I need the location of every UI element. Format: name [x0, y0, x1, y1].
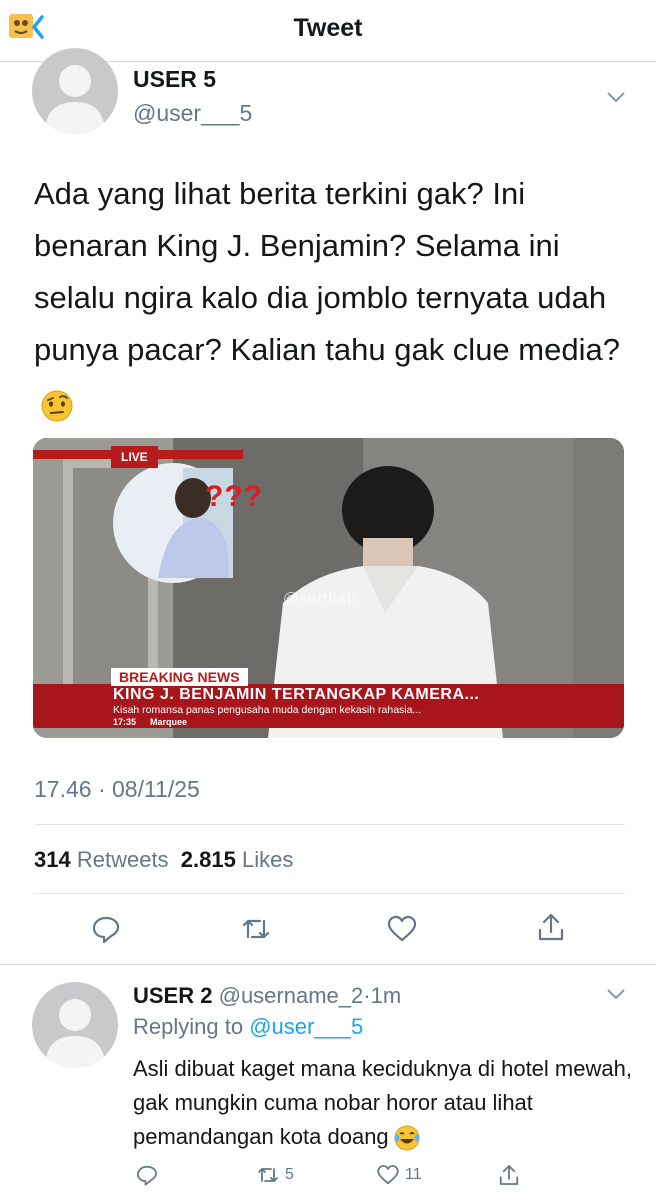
reply-time: 1m — [370, 983, 402, 1008]
reply-reply-icon[interactable] — [135, 1162, 159, 1188]
replying-label: Replying to — [133, 1014, 244, 1039]
share-icon[interactable] — [535, 911, 567, 943]
likes-label[interactable]: Likes — [242, 847, 293, 872]
reply-user-handle[interactable]: @username_2 — [219, 983, 364, 1008]
reply-like-button[interactable]: 11 — [376, 1162, 422, 1188]
avatar[interactable] — [32, 48, 118, 134]
replying-to: Replying to @user___5 — [133, 1014, 363, 1040]
reply-avatar[interactable] — [32, 982, 118, 1068]
news-subline: Kisah romansa panas pengusaha muda denga… — [113, 704, 422, 716]
tweet-text: Ada yang lihat berita terkini gak? Ini b… — [34, 168, 624, 428]
question-marks: ??? — [205, 480, 263, 513]
reply-share-icon[interactable] — [497, 1162, 521, 1188]
chevron-down-icon[interactable] — [606, 90, 626, 104]
nav-bar: Tweet — [0, 0, 656, 62]
divider — [34, 893, 625, 894]
news-ticker: 17:35 Marquee — [113, 717, 201, 727]
page-title: Tweet — [293, 14, 363, 42]
raised-eyebrow-emoji-icon — [40, 387, 74, 422]
retweets-count[interactable]: 314 — [34, 847, 71, 872]
retweet-icon[interactable] — [240, 913, 272, 945]
default-avatar-icon — [45, 999, 105, 1068]
reply-header: USER 2 @username_2·1m — [133, 983, 401, 1009]
dot-separator: · — [363, 983, 371, 1008]
default-avatar-icon — [45, 65, 105, 134]
divider — [34, 824, 625, 825]
retweet-icon — [258, 1168, 278, 1182]
retweets-label[interactable]: Retweets — [77, 847, 169, 872]
tweet-timestamp: 17.46 · 08/11/25 — [34, 776, 200, 802]
replying-to-handle[interactable]: @user___5 — [249, 1014, 363, 1039]
ticker-time: 17:35 — [113, 717, 137, 727]
reply-user-name[interactable]: USER 2 — [133, 983, 212, 1008]
like-icon[interactable] — [386, 913, 418, 945]
like-icon — [377, 1165, 399, 1185]
section-divider — [0, 964, 656, 965]
tweet-media[interactable]: LIVE ??? @sorthati BREAKING NEWS KING J.… — [33, 438, 624, 738]
reply-retweet-button[interactable]: 5 — [256, 1162, 294, 1188]
image-watermark: @sorthati — [283, 590, 357, 607]
tweet-stats: 314 Retweets 2.815 Likes — [34, 847, 293, 873]
user-name[interactable]: USER 5 — [133, 66, 216, 93]
news-headline: KING J. BENJAMIN TERTANGKAP KAMERA... — [113, 686, 480, 703]
laughing-tears-emoji-icon — [393, 1124, 421, 1152]
ticker-label: Marquee — [150, 717, 188, 727]
user-handle[interactable]: @user___5 — [133, 100, 252, 127]
breaking-news-label: BREAKING NEWS — [111, 668, 248, 686]
reply-text: Asli dibuat kaget mana keciduknya di hot… — [133, 1052, 633, 1154]
tweet-body: Ada yang lihat berita terkini gak? Ini b… — [34, 176, 620, 367]
reply-body: Asli dibuat kaget mana keciduknya di hot… — [133, 1056, 632, 1149]
reply-like-count: 11 — [405, 1166, 422, 1183]
reply-icon[interactable] — [90, 913, 122, 945]
chevron-down-icon[interactable] — [606, 987, 626, 1001]
likes-count[interactable]: 2.815 — [181, 847, 236, 872]
reply-retweet-count: 5 — [285, 1166, 294, 1183]
live-badge: LIVE — [111, 446, 158, 468]
